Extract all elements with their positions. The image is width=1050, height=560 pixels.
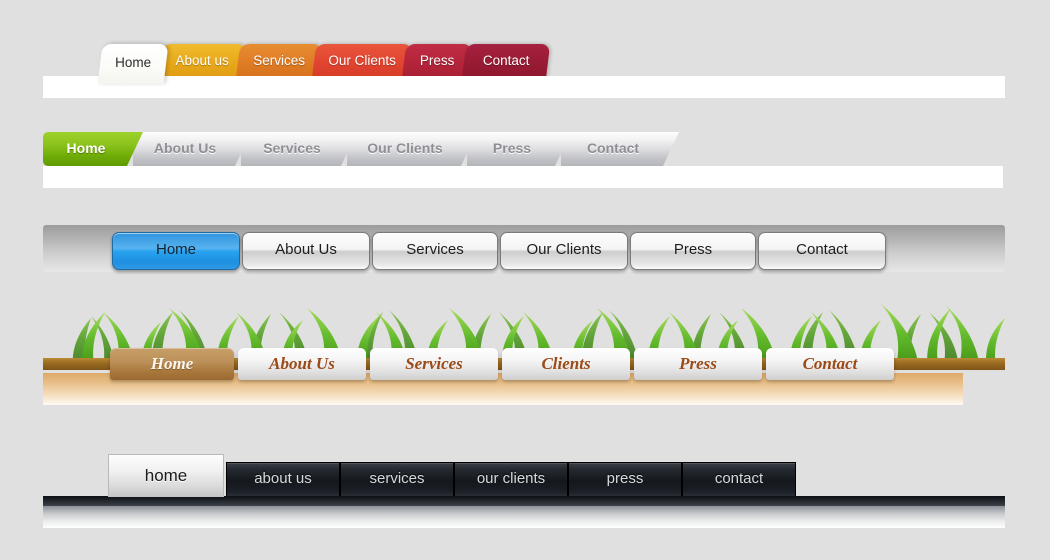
menu1-tab-press-label: Press [419, 53, 455, 68]
menu2-tab-contact[interactable]: Contact [561, 132, 679, 166]
menu5-tab-press-label: press [606, 470, 644, 487]
menu3-button-home[interactable]: Home [112, 232, 240, 270]
menu5-tab-services[interactable]: services [340, 462, 454, 498]
menu5-tab-our-clients[interactable]: our clients [454, 462, 568, 498]
menu4-button-about-us[interactable]: About Us [238, 348, 366, 380]
menu3-button-our-clients-label: Our Clients [526, 241, 602, 258]
menu1-tab-services[interactable]: Services [235, 44, 323, 80]
menu2-tab-home-label: Home [66, 140, 106, 156]
menu1-tab-home[interactable]: Home [97, 44, 169, 84]
menu4-button-press[interactable]: Press [634, 348, 762, 380]
menu1-tab-contact-label: Contact [482, 53, 530, 68]
menu1-tab-our-clients[interactable]: Our Clients [311, 44, 413, 80]
menu4-button-clients-label: Clients [541, 354, 591, 373]
menu3-button-press[interactable]: Press [630, 232, 756, 270]
menu2-content-panel [43, 166, 1003, 188]
menu5-tab-home-label: home [144, 466, 188, 485]
menu5-tab-contact[interactable]: contact [682, 462, 796, 498]
menu2-tab-services[interactable]: Services [241, 132, 357, 166]
menu2-tab-our-clients[interactable]: Our Clients [347, 132, 477, 166]
menu5-dark-rail [43, 496, 1005, 506]
menu1-tab-about-us-label: About us [175, 53, 229, 68]
menu4-button-contact[interactable]: Contact [766, 348, 894, 380]
menu4-button-about-us-label: About Us [269, 354, 335, 373]
menu4-button-services-label: Services [405, 354, 463, 373]
menu5-tab-contact-label: contact [714, 470, 764, 487]
menu1-tab-about-us[interactable]: About us [157, 44, 247, 80]
menu2-tab-about-us-label: About Us [153, 140, 217, 156]
menu2-tab-services-label: Services [263, 140, 321, 156]
menu5-tab-services-label: services [369, 470, 425, 487]
menu4-button-contact-label: Contact [802, 354, 858, 373]
menu5-tab-press[interactable]: press [568, 462, 682, 498]
menu1-tab-services-label: Services [253, 53, 305, 68]
menu2-tab-press[interactable]: Press [467, 132, 571, 166]
menu5-tab-home[interactable]: home [108, 454, 224, 497]
menu5-content-panel [43, 506, 1005, 528]
menu2-tab-contact-label: Contact [586, 140, 640, 156]
menu1-tab-home-label: Home [115, 55, 152, 70]
menu-green-arrow-tabs: Home About Us Services Our Clients Press… [0, 110, 1050, 220]
menu-warm-folder-tabs: Home About us Services Our Clients Press… [0, 0, 1050, 110]
menu4-button-home[interactable]: Home [110, 348, 234, 380]
menu4-button-press-label: Press [679, 354, 717, 373]
menu2-tab-press-label: Press [492, 140, 532, 156]
menu3-button-about-us[interactable]: About Us [242, 232, 370, 270]
menu5-tab-about-us-label: about us [254, 470, 312, 487]
menu1-content-panel [43, 76, 1005, 98]
menu4-button-services[interactable]: Services [370, 348, 498, 380]
menu5-tab-our-clients-label: our clients [476, 470, 546, 487]
menu3-button-contact[interactable]: Contact [758, 232, 886, 270]
menu2-tab-our-clients-label: Our Clients [367, 140, 443, 156]
menu3-button-our-clients[interactable]: Our Clients [500, 232, 628, 270]
menu1-tab-contact[interactable]: Contact [461, 44, 551, 80]
menu-dark-slab: home about us services our clients press… [0, 430, 1050, 560]
menu5-tab-about-us[interactable]: about us [226, 462, 340, 498]
menu4-button-home-label: Home [150, 354, 194, 373]
menu-showcase-stage: Home About us Services Our Clients Press… [0, 0, 1050, 560]
menu2-tab-about-us[interactable]: About Us [133, 132, 251, 166]
menu3-button-contact-label: Contact [796, 241, 848, 258]
menu3-button-home-label: Home [155, 241, 196, 258]
menu2-tab-home[interactable]: Home [43, 132, 143, 166]
menu3-button-about-us-label: About Us [275, 241, 337, 258]
menu3-button-services-label: Services [406, 241, 464, 258]
menu4-button-clients[interactable]: Clients [502, 348, 630, 380]
menu-glossy-pill-buttons: Home About Us Services Our Clients Press… [0, 210, 1050, 290]
menu1-tab-our-clients-label: Our Clients [328, 53, 396, 68]
menu3-button-press-label: Press [673, 241, 713, 258]
menu3-button-services[interactable]: Services [372, 232, 498, 270]
